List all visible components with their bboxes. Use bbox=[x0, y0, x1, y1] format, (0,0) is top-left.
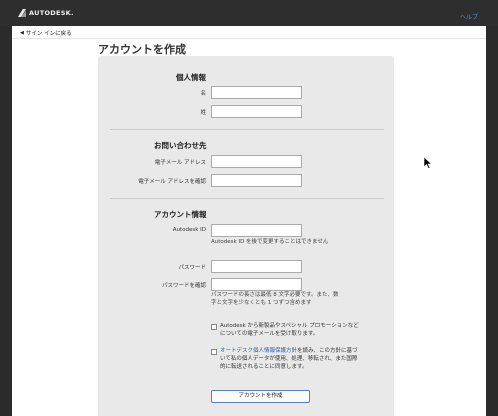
page-title: アカウントを作成 bbox=[98, 43, 186, 56]
password-label: パスワード bbox=[178, 265, 206, 271]
email-confirm-field[interactable] bbox=[211, 174, 302, 187]
email-field[interactable] bbox=[211, 155, 302, 168]
password-confirm-field[interactable] bbox=[211, 278, 302, 291]
brand-name: AUTODESK. bbox=[29, 9, 74, 17]
back-label: サイン インに戻る bbox=[25, 31, 72, 37]
autodesk-id-hint: Autodesk ID を後で変更することはできません bbox=[211, 239, 329, 245]
email-confirm-label: 電子メール アドレスを確認 bbox=[138, 179, 206, 185]
autodesk-logo-icon bbox=[18, 9, 26, 17]
last-name-label: 姓 bbox=[200, 110, 206, 116]
password-field[interactable] bbox=[211, 260, 302, 273]
signup-form-panel: 個人情報 名 姓 お問い合わせ先 電子メール アドレス 電子メール アドレスを確… bbox=[98, 56, 394, 416]
top-divider bbox=[12, 38, 486, 39]
autodesk-logo[interactable]: AUTODESK. bbox=[18, 9, 74, 17]
privacy-checkbox[interactable] bbox=[211, 349, 217, 355]
help-link[interactable]: ヘルプ bbox=[460, 12, 478, 21]
first-name-label: 名 bbox=[200, 91, 206, 97]
back-to-signin-link[interactable]: ◀ サイン インに戻る bbox=[20, 29, 72, 37]
page-content: ◀ サイン インに戻る アカウントを作成 個人情報 名 姓 お問い合わせ先 電子… bbox=[12, 26, 486, 416]
marketing-consent-text: Autodesk から新製品やスペシャル プロモーションなどについての電子メール… bbox=[220, 323, 359, 337]
password-hint: パスワードの長さは最低 8 文字必要です。また、数字と文字を少なくとも 1 つず… bbox=[211, 292, 339, 306]
autodesk-id-label: Autodesk ID bbox=[172, 227, 206, 233]
marketing-checkbox[interactable] bbox=[211, 324, 217, 330]
password-confirm-label: パスワードを確認 bbox=[161, 283, 206, 289]
last-name-field[interactable] bbox=[211, 105, 302, 118]
contact-heading: お問い合わせ先 bbox=[154, 141, 207, 150]
create-account-button[interactable]: アカウントを作成 bbox=[211, 390, 310, 403]
top-bar: AUTODESK. ヘルプ bbox=[0, 0, 498, 26]
mouse-cursor-icon bbox=[424, 157, 432, 169]
privacy-consent-text: オートデスク個人情報保護方針を読み、この方針に基づいて私の個人データが使用、処理… bbox=[220, 347, 362, 371]
privacy-policy-link[interactable]: オートデスク個人情報保護方針 bbox=[220, 348, 297, 354]
account-info-heading: アカウント情報 bbox=[154, 210, 207, 219]
section-divider bbox=[110, 198, 384, 199]
first-name-field[interactable] bbox=[211, 86, 302, 99]
email-label: 電子メール アドレス bbox=[154, 160, 206, 166]
personal-info-heading: 個人情報 bbox=[176, 73, 206, 82]
section-divider bbox=[110, 129, 384, 130]
autodesk-id-field[interactable] bbox=[211, 224, 302, 237]
back-arrow-icon: ◀ bbox=[20, 30, 24, 36]
